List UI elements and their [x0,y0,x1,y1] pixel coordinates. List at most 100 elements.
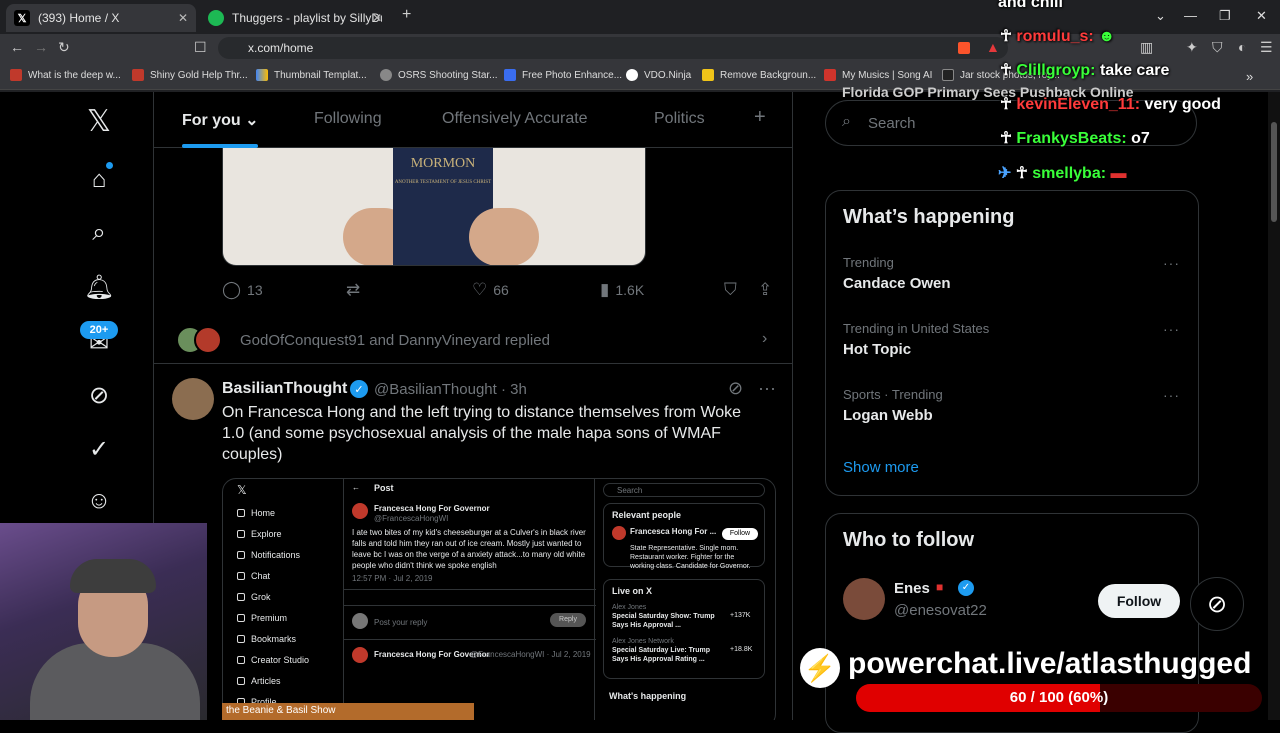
whats-happening-panel: What’s happening Trending Candace Owen ·… [825,190,1199,496]
suggested-user-name[interactable]: Enes [894,580,930,597]
right-hand [469,208,539,265]
forward-icon[interactable]: → [34,39,48,55]
flag-icon: ■ [936,580,944,594]
panel-title: Who to follow [843,529,975,551]
more-icon[interactable]: ··· [758,378,776,399]
verified-icon[interactable]: ✓ [82,432,116,466]
scrollbar-thumb[interactable] [1271,122,1277,222]
avatar[interactable] [843,578,885,620]
grok-icon: ⊘ [1206,590,1228,618]
restore-button[interactable]: ❐ [1219,8,1231,24]
messages-badge: 20+ [80,321,118,339]
replied-text: GodOfConquest91 and DannyVineyard replie… [240,332,550,349]
reply-button[interactable]: ◯ 13 [222,280,263,300]
reply-icon: ◯ [222,280,242,299]
views-button[interactable]: ▮ 1.6K [600,280,644,300]
more-icon[interactable]: ··· [1163,321,1180,337]
webcam-overlay [0,523,207,720]
emote-icon: ☻ [1098,28,1116,45]
more-icon[interactable]: ··· [1163,387,1180,403]
bookmark-item[interactable]: Free Photo Enhance... [504,69,622,81]
bookmark-item[interactable]: Shiny Gold Help Thr... [132,69,248,81]
brave-rewards-icon[interactable]: ▲ [986,39,1000,55]
tab-offensively-accurate[interactable]: Offensively Accurate [442,110,588,128]
bookmark-item[interactable]: What is the deep w... [10,69,121,81]
trend-name[interactable]: Candace Owen [843,275,951,292]
tab-politics[interactable]: Politics [654,110,705,128]
grok-floating-button[interactable]: ⊘ [1190,577,1244,631]
author-handle[interactable]: @BasilianThought · 3h [374,381,527,398]
bookmark-item[interactable]: OSRS Shooting Star... [380,69,498,81]
trend-meta: Trending [843,255,894,270]
tab-spotify[interactable]: Thuggers - playlist by SillyDuckSt... ✕ [200,4,390,32]
tab-x-home[interactable]: 𝕏 (393) Home / X ✕ [6,4,196,32]
back-icon[interactable]: ← [10,39,24,55]
repost-button[interactable]: ⇄ [346,280,360,300]
home-notification-dot [106,162,113,169]
trend-name[interactable]: Logan Webb [843,407,933,424]
replied-row[interactable]: GodOfConquest91 and DannyVineyard replie… [154,318,792,364]
search-placeholder: Search [868,115,916,132]
brave-shield-icon[interactable] [958,42,970,54]
bookmark-item[interactable]: Remove Backgroun... [702,69,816,81]
address-bar[interactable]: x.com/home [218,37,1008,59]
follow-button[interactable]: Follow [1098,584,1180,618]
chat-message: ☥ FrankysBeats: o7 [1000,130,1150,147]
tab-search-icon[interactable]: ⌄ [1155,8,1166,24]
avatar [194,326,222,354]
trend-meta: Trending in United States [843,321,990,336]
notifications-icon[interactable]: 🔔︎ [82,270,116,304]
avatar[interactable] [172,378,214,420]
embedded-screenshot[interactable]: 𝕏 Home Explore Notifications Chat Grok P… [222,478,776,720]
reload-icon[interactable]: ↻ [58,39,70,56]
profile-icon[interactable]: ☺ [82,484,116,518]
bookmark-item[interactable]: My Musics | Song AI [824,69,932,81]
grok-icon[interactable]: ⊘ [82,378,116,412]
bookmark-item[interactable]: VDO.Ninja [626,69,691,81]
shield-icon[interactable]: ⛉ [1212,39,1223,56]
post-actions: ◯ 13 ⇄ ♡ 66 ▮ 1.6K ⛉ ⇪ [222,278,782,302]
share-button[interactable]: ⇪ [758,280,772,300]
add-tab-button[interactable]: + [754,106,766,129]
new-tab-button[interactable]: + [402,6,411,24]
menu-icon[interactable]: ☰ [1260,39,1273,56]
search-icon[interactable]: ⌕ [82,216,116,250]
extensions-icon[interactable]: ✦ [1186,39,1198,56]
post-media[interactable]: MORMON ANOTHER TESTAMENT OF JESUS CHRIST [222,148,646,266]
x-logo-icon: 𝕏 [14,10,30,26]
bookmark-page-icon[interactable]: ☐ [194,39,207,56]
tab-title: Thuggers - playlist by SillyDuckSt... [232,11,382,25]
close-tab-icon[interactable]: ✕ [372,11,382,25]
chat-message: and chill [998,0,1063,11]
close-window-button[interactable]: ✕ [1256,8,1267,24]
chevron-right-icon: › [762,330,768,347]
tab-for-you[interactable]: For you ⌄ [182,110,259,130]
show-more-link[interactable]: Show more [843,459,919,476]
author-name[interactable]: BasilianThought [222,380,347,398]
timeline: For you ⌄ Following Offensively Accurate… [153,92,793,720]
spotify-icon [208,10,224,26]
emote-icon: ▬ [1110,165,1127,182]
like-button[interactable]: ♡ 66 [472,280,509,300]
tab-following[interactable]: Following [314,110,382,128]
panel-title: What’s happening [843,206,1015,228]
heart-icon: ♡ [472,280,488,299]
bookmark-item[interactable]: Thumbnail Templat... [256,69,367,81]
grok-icon[interactable]: ⊘ [728,378,743,399]
sidebar-icon[interactable]: ▥ [1140,39,1153,56]
feed-tabs: For you ⌄ Following Offensively Accurate… [154,92,792,148]
x-logo-icon[interactable]: 𝕏 [82,104,116,138]
more-icon[interactable]: ··· [1163,255,1180,271]
bookmark-button[interactable]: ⛉ [724,280,737,300]
more-bookmarks-icon[interactable]: » [1246,69,1253,84]
minimize-button[interactable]: — [1184,8,1197,23]
trend-meta: Sports · Trending [843,387,943,402]
scrollbar[interactable] [1268,92,1280,720]
trend-name[interactable]: Hot Topic [843,341,911,358]
bookmark-icon: ⛉ [724,280,737,299]
tab-title: (393) Home / X [38,11,120,25]
chat-message: ☥ Clillgroyp: take care [1000,62,1170,79]
close-tab-icon[interactable]: ✕ [178,11,188,25]
wallet-icon[interactable]: ◐ [1238,39,1246,55]
post[interactable]: BasilianThought ✓ @BasilianThought · 3h … [154,364,792,720]
